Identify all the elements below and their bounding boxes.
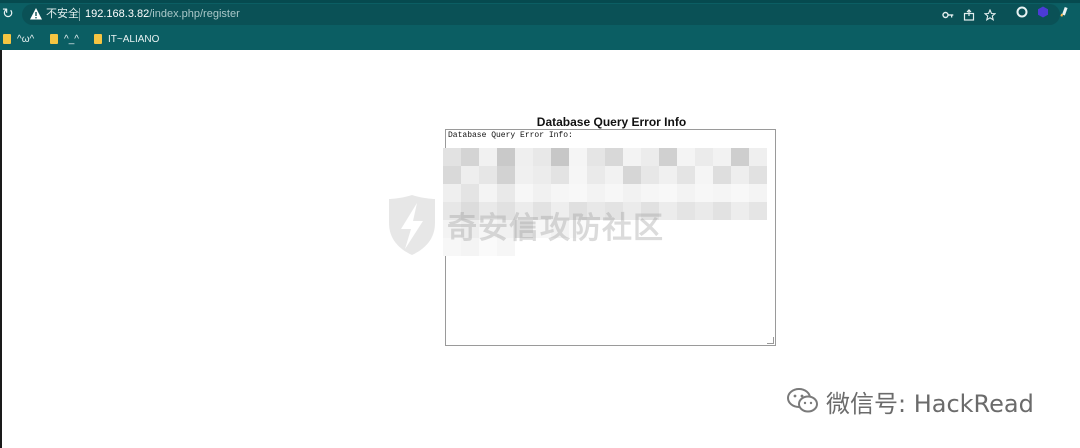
watermark-qianxin: 奇安信攻防社区 [385,190,664,260]
bookmark-item[interactable]: IT~ALIANO [94,32,159,46]
star-icon[interactable] [984,8,996,21]
lightning-shield-icon [389,195,435,255]
bookmark-label: ^ω^ [17,33,35,45]
wechat-id-text: 微信号: HackRead [826,389,1034,418]
browser-toolbar: ↻ 不安全 192.168.3.82/index.php/register ^ω… [0,0,1080,50]
wechat-watermark: 微信号: HackRead [786,383,1034,419]
reload-icon[interactable]: ↻ [2,6,16,22]
insecure-label: 不安全 [46,8,79,20]
key-icon[interactable] [942,9,954,21]
bookmark-label: IT~ALIANO [108,33,160,45]
folder-icon [94,34,102,44]
extension-ring-icon[interactable] [1016,6,1028,18]
bookmark-item[interactable]: ^ω^ [3,32,34,46]
extension-pen-icon[interactable] [1058,6,1070,18]
resize-grip-icon[interactable] [767,337,774,344]
bookmark-label: ^_^ [64,33,79,45]
address-bar-icons [942,7,996,22]
url-text[interactable]: 192.168.3.82/index.php/register [85,7,240,22]
url-path: /index.php/register [149,8,240,20]
error-text: Database Query Error Info: [448,131,573,140]
bookmark-item[interactable]: ^_^ [50,32,79,46]
window-left-border [0,50,2,448]
folder-icon [50,34,58,44]
extension-hex-icon[interactable] [1037,6,1049,18]
address-bar[interactable]: 不安全 192.168.3.82/index.php/register [22,4,1060,25]
extension-icons [1016,6,1070,18]
watermark-text: 奇安信攻防社区 [447,211,664,246]
window-top-strip [0,0,1080,3]
folder-icon [3,34,11,44]
warning-icon[interactable] [29,7,43,21]
page-title: Database Query Error Info [536,115,687,129]
url-separator [79,8,80,21]
url-host: 192.168.3.82 [85,8,150,20]
wechat-icon [787,388,818,413]
bookmarks-bar: ^ω^ ^_^ IT~ALIANO [0,30,1080,48]
share-icon[interactable] [963,8,975,21]
